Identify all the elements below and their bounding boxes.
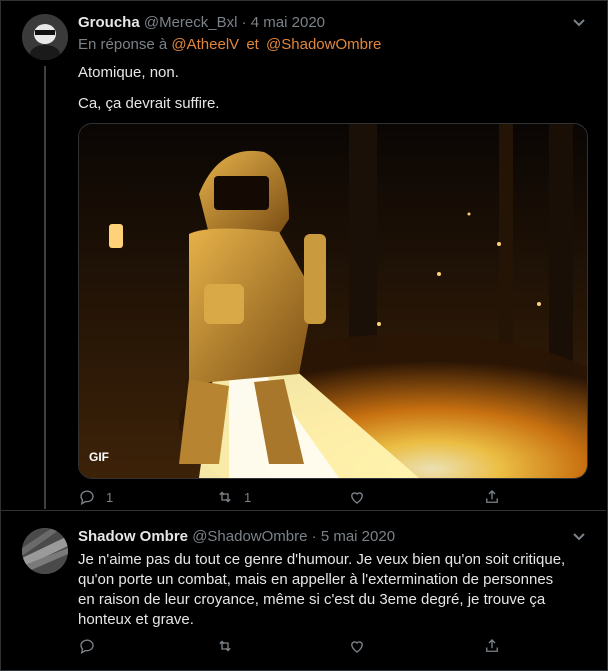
reply-count: 1 xyxy=(106,489,114,505)
tweet-shadowombre[interactable]: Shadow Ombre @ShadowOmbre · 5 mai 2020 J… xyxy=(0,510,606,671)
author-name[interactable]: Shadow Ombre xyxy=(78,528,188,545)
chevron-down-icon[interactable] xyxy=(572,18,586,28)
tweet-text-line: honteux et grave. xyxy=(78,611,194,628)
reply-icon xyxy=(80,490,94,506)
mention-shadowombre[interactable]: @ShadowOmbre xyxy=(266,36,381,53)
tweet-text-line: Je n'aime pas du tout ce genre d'humour.… xyxy=(78,551,566,568)
tweet-text: Je n'aime pas du tout ce genre d'humour.… xyxy=(78,550,588,630)
avatar[interactable] xyxy=(22,14,68,60)
gif-media[interactable]: GIF xyxy=(78,123,588,479)
tweet-text-line: qu'on porte un combat, mais en appeller … xyxy=(78,571,554,588)
like-icon xyxy=(351,641,363,653)
retweet-icon xyxy=(219,640,231,652)
tweet-date[interactable]: · 5 mai 2020 xyxy=(312,528,395,545)
tweet-text-line: Atomique, non. xyxy=(78,64,179,81)
like-icon xyxy=(351,492,363,504)
share-button[interactable] xyxy=(483,487,501,507)
retweet-count: 1 xyxy=(244,489,252,505)
like-button[interactable] xyxy=(348,487,366,507)
author-name[interactable]: Groucha xyxy=(78,14,140,31)
like-button[interactable] xyxy=(348,636,366,656)
author-handle[interactable]: @Mereck_Bxl xyxy=(144,14,238,31)
tweet-actions: 1 1 xyxy=(78,487,508,507)
thread-line xyxy=(44,66,46,509)
avatar[interactable] xyxy=(22,528,68,574)
reply-context: En réponse à @AtheelV et @ShadowOmbre xyxy=(78,36,381,53)
share-button[interactable] xyxy=(483,636,501,656)
tweet-header: Shadow Ombre @ShadowOmbre · 5 mai 2020 xyxy=(78,528,395,545)
author-handle[interactable]: @ShadowOmbre xyxy=(192,528,307,545)
retweet-button[interactable]: 1 xyxy=(216,487,251,507)
gif-image xyxy=(79,124,587,478)
reply-button[interactable] xyxy=(78,636,96,656)
tweet-groucha[interactable]: Groucha @Mereck_Bxl · 4 mai 2020 En répo… xyxy=(0,0,606,510)
retweet-button[interactable] xyxy=(216,636,234,656)
reply-separator: et xyxy=(246,36,259,53)
retweet-icon xyxy=(219,491,231,503)
mention-atheelv[interactable]: @AtheelV xyxy=(171,36,239,53)
tweet-date[interactable]: · 4 mai 2020 xyxy=(242,14,325,31)
tweet-actions xyxy=(78,636,508,656)
reply-icon xyxy=(80,639,94,655)
share-icon xyxy=(486,490,498,503)
tweet-text-line: en raison de leur croyance, même si c'es… xyxy=(78,591,546,608)
share-icon xyxy=(486,639,498,652)
tweet-header: Groucha @Mereck_Bxl · 4 mai 2020 xyxy=(78,14,325,31)
reply-prefix: En réponse à xyxy=(78,36,168,53)
tweet-text-line: Ca, ça devrait suffire. xyxy=(78,95,220,112)
gif-badge: GIF xyxy=(89,450,109,464)
chevron-down-icon[interactable] xyxy=(572,532,586,542)
reply-button[interactable]: 1 xyxy=(78,487,113,507)
